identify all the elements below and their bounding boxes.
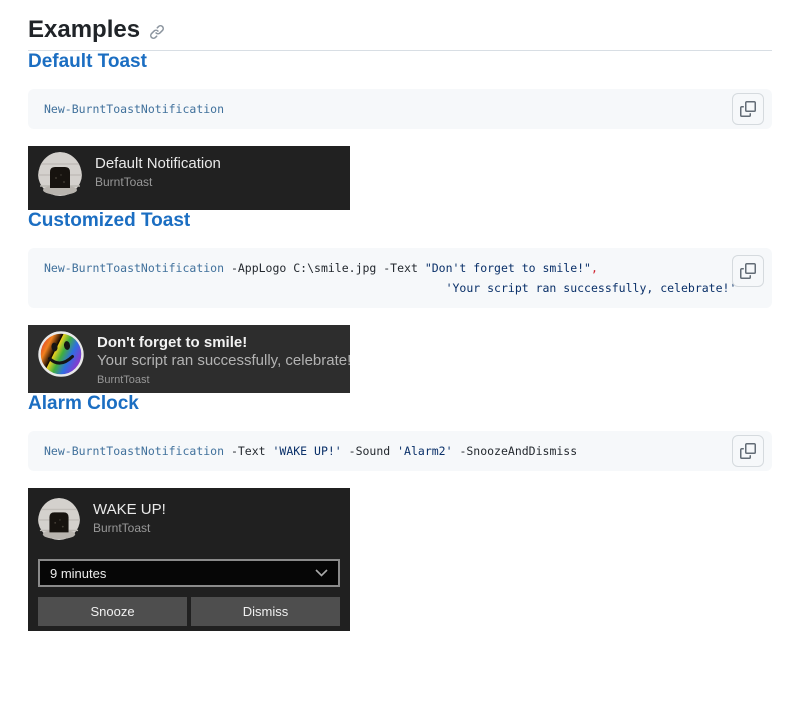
code-block-default: New-BurntToastNotification: [28, 89, 772, 129]
dismiss-button[interactable]: Dismiss: [191, 597, 340, 626]
copy-code-button[interactable]: [732, 93, 764, 125]
snooze-interval-select[interactable]: 9 minutes: [38, 559, 340, 587]
code-parameters: -Sound: [342, 444, 397, 458]
snooze-button[interactable]: Snooze: [38, 597, 187, 626]
toast-header: Default Notification BurntToast: [28, 146, 350, 207]
chevron-down-icon: [315, 569, 328, 577]
code-command: New-BurntToastNotification: [44, 102, 224, 116]
copy-icon: [740, 263, 756, 279]
code-block-alarm: New-BurntToastNotification -Text 'WAKE U…: [28, 431, 772, 471]
toast-text-block: WAKE UP! BurntToast: [93, 501, 166, 536]
toast-attribution: BurntToast: [93, 521, 166, 536]
toast-title: Default Notification: [95, 155, 221, 173]
link-icon: [149, 24, 165, 40]
code-command: New-BurntToastNotification: [44, 261, 224, 275]
page-title-row: Examples: [28, 16, 772, 44]
code-comma: ,: [591, 261, 598, 275]
section-heading-alarm-clock: Alarm Clock: [28, 393, 772, 415]
toast-customized-notification: Don't forget to smile! Your script ran s…: [28, 325, 350, 393]
code-string: 'WAKE UP!': [272, 444, 341, 458]
section-heading-customized-toast: Customized Toast: [28, 210, 772, 232]
toast-body: Your script ran successfully, celebrate!: [97, 352, 340, 370]
copy-code-button[interactable]: [732, 255, 764, 287]
code-string: 'Your script ran successfully, celebrate…: [446, 281, 737, 295]
toast-default-notification: Default Notification BurntToast: [28, 146, 350, 210]
copy-icon: [740, 443, 756, 459]
section-heading-default-toast: Default Toast: [28, 51, 772, 73]
toast-header: Don't forget to smile! Your script ran s…: [28, 325, 350, 394]
rainbow-smiley-logo-icon: [38, 331, 84, 382]
page-title: Examples: [28, 16, 140, 44]
snooze-interval-value: 9 minutes: [50, 566, 106, 581]
code-parameters: -SnoozeAndDismiss: [453, 444, 578, 458]
toast-title: WAKE UP!: [93, 501, 166, 519]
code-text: New-BurntToastNotification -Text 'WAKE U…: [44, 441, 756, 461]
toast-alarm-notification: WAKE UP! BurntToast 9 minutes Snooze Dis…: [28, 488, 350, 631]
copy-icon: [740, 101, 756, 117]
toast-action-buttons: Snooze Dismiss: [38, 597, 340, 626]
code-indent: [44, 281, 446, 295]
documentation-page: Examples Default Toast New-BurntToastNot…: [0, 0, 800, 631]
code-string: "Don't forget to smile!": [425, 261, 591, 275]
toast-attribution: BurntToast: [95, 175, 221, 190]
code-string: 'Alarm2': [397, 444, 452, 458]
code-text: New-BurntToastNotification: [44, 99, 756, 119]
burnt-toast-logo-icon: [38, 498, 80, 545]
code-command: New-BurntToastNotification: [44, 444, 224, 458]
burnt-toast-logo-icon: [38, 152, 82, 201]
copy-code-button[interactable]: [732, 435, 764, 467]
code-text: New-BurntToastNotification -AppLogo C:\s…: [44, 258, 756, 298]
toast-attribution: BurntToast: [97, 373, 340, 388]
code-parameters: -AppLogo C:\smile.jpg -Text: [224, 261, 425, 275]
toast-text-block: Default Notification BurntToast: [95, 155, 221, 190]
toast-title: Don't forget to smile!: [97, 334, 340, 352]
code-parameters: -Text: [224, 444, 272, 458]
toast-text-block: Don't forget to smile! Your script ran s…: [97, 334, 340, 388]
code-block-customized: New-BurntToastNotification -AppLogo C:\s…: [28, 248, 772, 308]
heading-anchor-link[interactable]: [149, 24, 165, 40]
toast-header: WAKE UP! BurntToast: [38, 498, 340, 545]
